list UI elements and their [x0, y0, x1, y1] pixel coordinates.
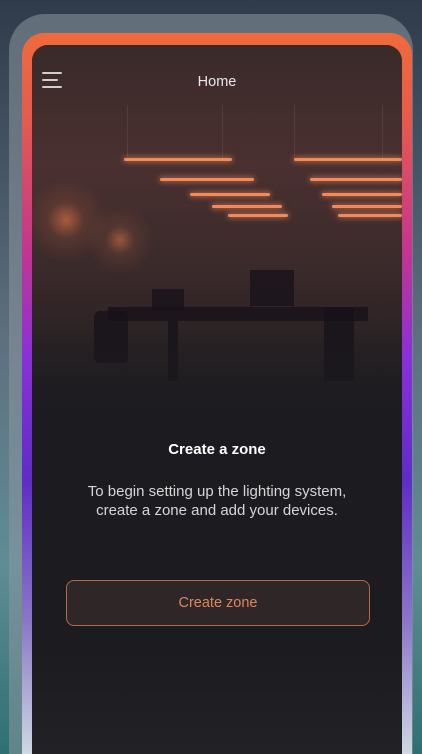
pendant-light — [338, 214, 402, 217]
create-zone-button-label: Create zone — [178, 595, 258, 611]
pendant-light — [212, 205, 282, 208]
create-zone-button[interactable]: Create zone — [66, 580, 370, 626]
empty-state-heading: Create a zone — [168, 441, 266, 458]
empty-state-message: To begin setting up the lighting system,… — [62, 482, 372, 520]
empty-state-message-line1: To begin setting up the lighting system, — [87, 483, 347, 500]
ceiling-wire — [382, 105, 383, 160]
monitor-silhouette — [250, 270, 294, 306]
pendant-light — [310, 178, 402, 181]
ceiling-wire — [294, 105, 295, 160]
pendant-light — [160, 178, 254, 181]
empty-state-message-line2: create a zone and add your devices. — [96, 502, 338, 519]
pendant-light — [294, 158, 402, 161]
ceiling-wire — [222, 105, 223, 160]
pendant-light — [124, 158, 232, 161]
app-screen: Home Create a zone To begin setting up t… — [32, 45, 402, 754]
pendant-light — [322, 193, 402, 196]
pendant-light — [190, 193, 270, 196]
bottom-area — [32, 645, 402, 754]
ceiling-wire — [127, 105, 128, 160]
pendant-light — [228, 214, 288, 217]
page-title: Home — [197, 74, 237, 90]
pendant-light — [332, 205, 402, 208]
